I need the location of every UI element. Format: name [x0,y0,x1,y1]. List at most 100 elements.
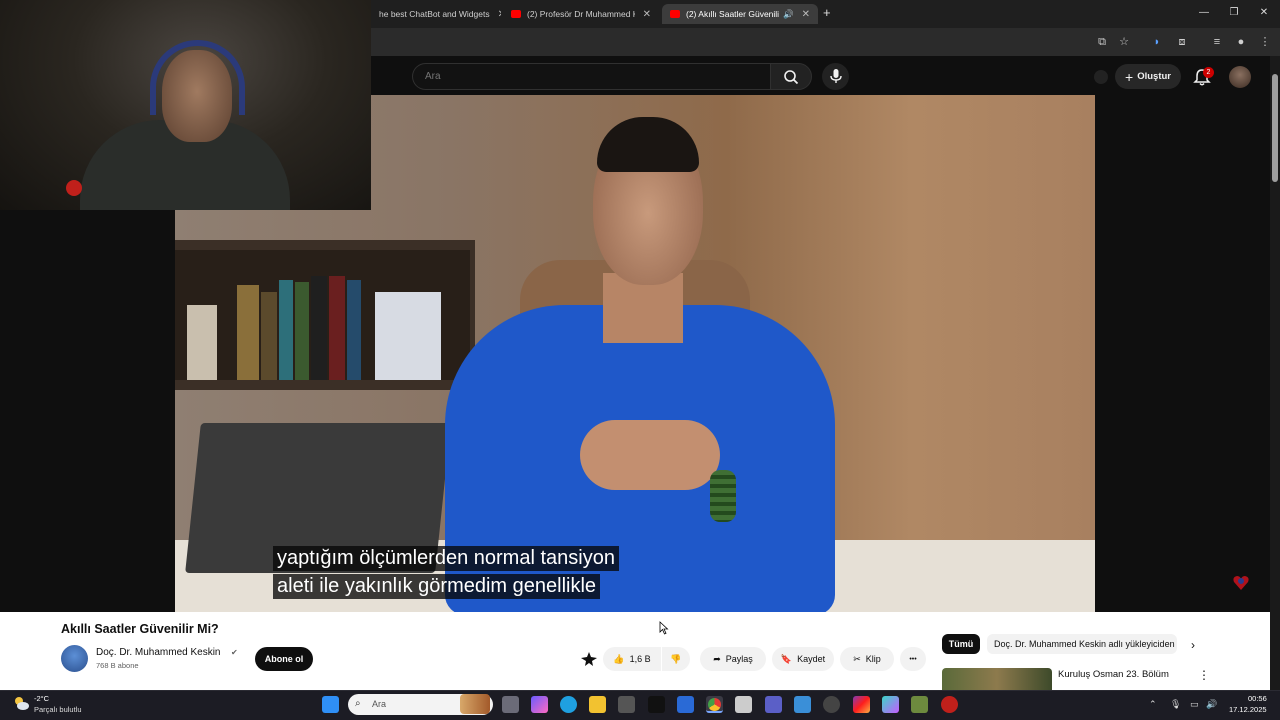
tab-close-icon[interactable]: ✕ [802,9,810,20]
colorful-app-icon[interactable] [882,696,899,713]
bookmark-star-icon[interactable]: ☆ [1116,34,1132,50]
scissors-icon: ✂ [853,653,861,664]
microphone-icon [830,69,842,83]
channel-name[interactable]: Doç. Dr. Muhammed Keskin [96,647,221,658]
create-button[interactable]: + Oluştur [1115,64,1181,89]
clip-button[interactable]: ✂ Klip [840,647,894,671]
clip-label: Klip [865,654,881,664]
voice-search-button[interactable] [822,63,849,90]
tray-network-icon[interactable]: ▭ [1190,699,1199,710]
tab-close-icon[interactable]: ✕ [643,9,651,20]
bead-bracelet [710,470,736,522]
new-tab-button[interactable]: + [823,5,837,21]
reading-list-icon[interactable]: ≡ [1209,34,1225,50]
minimize-icon[interactable]: — [1195,6,1213,20]
heart-logo-icon [1233,576,1249,590]
notification-badge: 2 [1203,67,1214,78]
like-button[interactable]: 👍 1,6 B [603,647,661,671]
edge-icon[interactable] [560,696,577,713]
cast-icon[interactable] [1094,70,1108,84]
like-count: 1,6 B [629,654,651,664]
subtitle-line-1: yaptığım ölçümlerden normal tansiyon [273,546,619,571]
tab-akilli-saatler[interactable]: (2) Akıllı Saatler Güvenilir M 🔊 ✕ [662,4,818,24]
app-icon[interactable] [823,696,840,713]
video-title: Akıllı Saatler Güvenilir Mi? [61,622,219,636]
instagram-icon[interactable] [853,696,870,713]
share-button[interactable]: ➦ Paylaş [700,647,766,671]
chip-all[interactable]: Tümü [942,634,980,654]
scrollbar-thumb[interactable] [1272,74,1278,182]
mouse-cursor-icon [659,621,669,635]
book [311,276,327,380]
book [295,282,309,380]
recorder-icon[interactable] [941,696,958,713]
channel-avatar[interactable] [61,645,88,672]
book [347,280,361,380]
teams-icon[interactable] [765,696,782,713]
youtube-favicon-icon [511,10,521,18]
subscribe-button[interactable]: Abone ol [255,647,313,671]
taskbar-search-icon: ⌕ [355,698,361,709]
ask-ai-icon[interactable] [580,651,598,667]
tray-volume-icon[interactable]: 🔊 [1206,699,1217,710]
mail-icon[interactable] [677,696,694,713]
tray-mic-icon[interactable]: 🎙 [1170,699,1181,710]
book [329,276,345,380]
subtitle-line-2: aleti ile yakınlık görmedim genellikle [273,574,601,599]
search-button[interactable] [770,63,812,90]
search-input[interactable] [413,64,770,89]
file-explorer-icon[interactable] [589,696,606,713]
window-close-icon[interactable]: ✕ [1255,6,1273,20]
browser-menu-icon[interactable]: ⋮ [1257,34,1273,50]
install-app-icon[interactable]: ⧉ [1094,34,1110,50]
subscriber-count: 768 B abone [96,661,139,670]
bookshelf-inner [175,250,470,380]
dislike-button[interactable]: 👎 [662,647,690,671]
tab-close-icon[interactable]: ✕ [498,9,501,20]
taskbar-search-placeholder: Ara [372,699,387,709]
tab-label: he best ChatBot and Widgets [379,9,490,19]
tab-chatbot[interactable]: he best ChatBot and Widgets ✕ [371,4,501,24]
tab-profesor[interactable]: (2) Profesör Dr Muhammed Kes ✕ [503,4,659,24]
search-box[interactable] [412,63,770,90]
chevron-right-icon[interactable]: › [1184,636,1202,654]
chip-uploader[interactable]: Doç. Dr. Muhammed Keskin adlı yükleyicid… [987,634,1177,654]
task-view-icon[interactable] [502,696,519,713]
create-label: Oluştur [1137,71,1171,82]
account-avatar[interactable] [1229,66,1251,88]
tab-label: (2) Akıllı Saatler Güvenilir M [686,9,780,19]
tab-label: (2) Profesör Dr Muhammed Kes [527,9,635,19]
windows-taskbar [0,690,1280,720]
more-actions-button[interactable]: ••• [900,647,926,671]
store-icon[interactable] [618,696,635,713]
taskbar-date[interactable]: 17.12.2025 [1229,705,1267,714]
weather-temperature: -2°C [34,694,50,703]
weather-cloud-icon[interactable] [12,695,30,711]
save-button[interactable]: 🔖 Kaydet [772,647,834,671]
book [279,280,293,380]
minecraft-icon[interactable] [911,696,928,713]
share-arrow-icon: ➦ [713,653,721,664]
book [187,305,217,380]
book [261,292,277,380]
restore-icon[interactable]: ❐ [1225,6,1243,20]
taskbar-time[interactable]: 00:56 [1248,694,1267,703]
photos-icon[interactable] [794,696,811,713]
doctor-hand [580,420,720,490]
profile-icon[interactable]: ● [1233,34,1249,50]
copilot-icon[interactable] [531,696,548,713]
search-highlight-icon[interactable] [460,694,490,714]
recommendation-menu-icon[interactable]: ⋮ [1198,668,1210,682]
recommendation-thumbnail[interactable] [942,668,1052,690]
windows-start-icon[interactable] [322,696,339,713]
speaker-icon[interactable]: 🔊 [783,9,794,20]
read-aloud-icon[interactable]: ◗ [1149,34,1165,50]
notepad-icon[interactable] [735,696,752,713]
extensions-icon[interactable]: ⧈ [1174,34,1190,50]
tiktok-icon[interactable] [648,696,665,713]
recommendation-title[interactable]: Kuruluş Osman 23. Bölüm [1058,669,1169,680]
verified-badge-icon: ✔ [231,648,238,657]
share-label: Paylaş [725,654,753,664]
tray-chevron-up-icon[interactable]: ⌃ [1149,699,1157,710]
chrome-icon[interactable] [706,696,723,713]
